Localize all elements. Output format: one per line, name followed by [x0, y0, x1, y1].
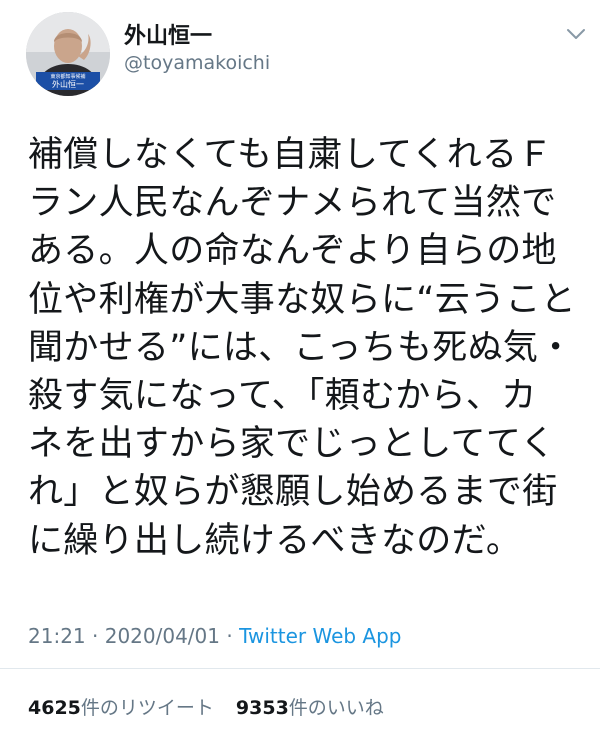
- display-name[interactable]: 外山恒一: [124, 18, 212, 50]
- likes-link[interactable]: 9353件のいいね: [236, 697, 384, 719]
- likes-label: 件のいいね: [288, 697, 384, 719]
- likes-count: 9353: [235, 697, 289, 719]
- retweets-link[interactable]: 4625件のリツイート: [28, 697, 214, 719]
- tweet-text-line: ある。人の命なんぞより自らの地: [28, 231, 557, 272]
- tweet-text-line: ラン人民なんぞナメられて当然で: [28, 183, 557, 224]
- tweet-text-line: 聞かせる”には、こっちも死ぬ気・: [28, 327, 574, 368]
- tweet-time[interactable]: 21:21: [28, 624, 86, 648]
- avatar[interactable]: 東京都知事候補 外山恒一: [26, 12, 110, 96]
- tweet-text-line: れ」と奴らが懇願し始めるまで街: [28, 472, 558, 513]
- retweets-label: 件のリツイート: [80, 697, 214, 719]
- tweet-text-line: 補償しなくても自粛してくれるＦ: [28, 135, 553, 175]
- tweet-text-line: に繰り出し続けるべきなのだ。: [28, 520, 522, 561]
- avatar-badge-name: 外山恒一: [52, 79, 84, 89]
- tweet-stats: 4625件のリツイート 9353件のいいね: [28, 693, 384, 720]
- chevron-down-icon[interactable]: [564, 26, 588, 42]
- tweet-header: 東京都知事候補 外山恒一 外山恒一 @toyamakoichi: [0, 0, 600, 110]
- tweet-text: 補償しなくても自粛してくれるＦ ラン人民なんぞナメられて当然で ある。人の命なん…: [28, 131, 588, 565]
- retweets-count: 4625: [28, 697, 81, 719]
- tweet-text-line: 殺す気になって、「頼むから、カ: [28, 375, 537, 416]
- tweet-source-link[interactable]: Twitter Web App: [239, 624, 401, 648]
- avatar-image: 東京都知事候補 外山恒一: [26, 12, 110, 96]
- divider: [0, 668, 600, 669]
- meta-separator: ·: [92, 624, 99, 648]
- user-handle[interactable]: @toyamakoichi: [124, 52, 270, 74]
- tweet-metadata: 21:21 · 2020/04/01 · Twitter Web App: [28, 624, 402, 648]
- avatar-badge-small: 東京都知事候補: [50, 73, 85, 80]
- tweet-text-line: 位や利権が大事な奴らに“云うこと: [28, 279, 576, 320]
- tweet-text-line: ネを出すから家でじっとしててく: [28, 424, 556, 465]
- meta-separator: ·: [226, 624, 233, 648]
- tweet-date[interactable]: 2020/04/01: [105, 624, 220, 648]
